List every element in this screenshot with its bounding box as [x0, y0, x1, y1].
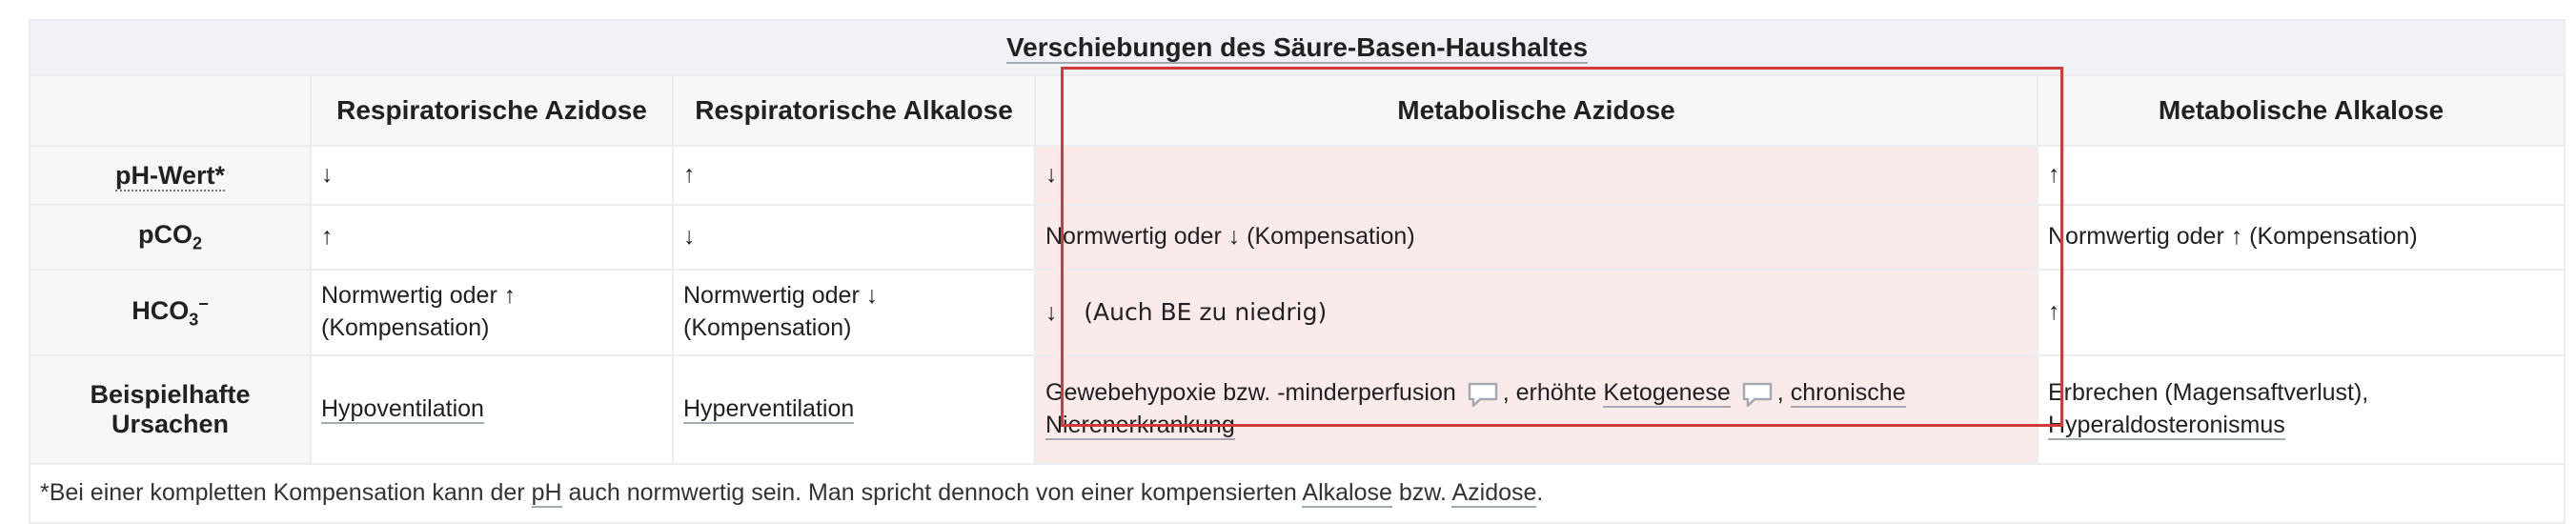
col-header-met-azidose: Metabolische Azidose — [1034, 74, 2038, 147]
footnote-text-1: *Bei einer kompletten Kompensation kann … — [40, 479, 525, 507]
cell-hco3-met-alkalose: ↑ — [2036, 269, 2566, 356]
cell-ph-resp-alkalose: ↑ — [672, 145, 1036, 206]
cell-pco2-met-alkalose: Normwertig oder ↑ (Kompensation) — [2036, 204, 2566, 271]
footnote-text-3: bzw. — [1398, 479, 1447, 507]
link-ketogenese[interactable]: Ketogenese — [1603, 379, 1731, 409]
cause-gewebehypoxie: Gewebehypoxie bzw. -minderperfusion — [1045, 379, 1456, 407]
cell-causes-met-alkalose: Erbrechen (Magensaftverlust), Hyperaldos… — [2036, 354, 2566, 465]
cause-text-comma: , — [1776, 379, 1784, 407]
comment-bubble-icon[interactable] — [1467, 381, 1499, 408]
cell-hco3-resp-azidose: Normwertig oder ↑ (Kompensation) — [310, 269, 674, 356]
link-ph[interactable]: pH — [531, 479, 562, 509]
hco3-superscript: − — [198, 294, 209, 314]
cell-pco2-resp-azidose: ↑ — [310, 204, 674, 271]
cell-ph-met-alkalose: ↑ — [2036, 145, 2566, 206]
hco3-subscript: 3 — [189, 310, 199, 330]
empty-header-cell — [29, 74, 312, 147]
table-caption-text: Verschiebungen des Säure-Basen-Haushalte… — [1006, 32, 1589, 64]
link-azidose[interactable]: Azidose — [1451, 479, 1537, 509]
cause-erbrechen: Erbrechen (Magensaftverlust), — [2048, 379, 2369, 407]
cell-ph-met-azidose: ↓ — [1034, 145, 2038, 206]
cell-ph-resp-azidose: ↓ — [310, 145, 674, 206]
row-header-pco2: pCO2 — [29, 204, 312, 271]
cell-causes-resp-azidose: Hypoventilation — [310, 354, 674, 465]
link-alkalose[interactable]: Alkalose — [1302, 479, 1392, 509]
cell-pco2-met-azidose: Normwertig oder ↓ (Kompensation) — [1034, 204, 2038, 271]
row-header-hco3: HCO3− — [29, 269, 312, 356]
link-hyperaldosteronismus[interactable]: Hyperaldosteronismus — [2048, 412, 2285, 440]
pco2-subscript: 2 — [192, 233, 202, 253]
col-header-met-alkalose: Metabolische Alkalose — [2036, 74, 2566, 147]
row-header-ph[interactable]: pH-Wert* — [29, 145, 312, 206]
col-header-resp-azidose: Respiratorische Azidose — [310, 74, 674, 147]
hco3-met-azidose-arrow: ↓ — [1045, 298, 1058, 326]
hco3-label: HCO — [132, 296, 190, 326]
cell-hco3-resp-alkalose: Normwertig oder ↓ (Kompensation) — [672, 269, 1036, 356]
comment-bubble-icon[interactable] — [1741, 381, 1774, 408]
footnote-text-4: . — [1536, 479, 1544, 507]
cell-hco3-met-azidose: ↓ (Auch BE zu niedrig) — [1034, 269, 2038, 356]
link-hypoventilation[interactable]: Hypoventilation — [321, 395, 484, 425]
table-footnote: *Bei einer kompletten Kompensation kann … — [28, 463, 2566, 524]
cell-pco2-resp-alkalose: ↓ — [672, 204, 1036, 271]
table-caption: Verschiebungen des Säure-Basen-Haushalte… — [28, 19, 2566, 76]
cause-text-erhoehte: , erhöhte — [1502, 379, 1597, 407]
ph-label[interactable]: pH-Wert* — [114, 160, 225, 191]
cell-causes-met-azidose: Gewebehypoxie bzw. -minderperfusion , er… — [1034, 354, 2038, 465]
footnote-text-2: auch normwertig sein. Man spricht dennoc… — [568, 479, 1297, 507]
pco2-label: pCO — [137, 220, 193, 250]
cell-causes-resp-alkalose: Hyperventilation — [672, 354, 1036, 465]
acid-base-table: Verschiebungen des Säure-Basen-Haushalte… — [28, 19, 2566, 524]
link-hyperventilation[interactable]: Hyperventilation — [683, 395, 855, 425]
col-header-resp-alkalose: Respiratorische Alkalose — [672, 74, 1036, 147]
hco3-met-azidose-note: (Auch BE zu niedrig) — [1084, 297, 1328, 326]
row-header-causes: Beispielhafte Ursachen — [29, 354, 312, 465]
acid-base-table-wrapper: Verschiebungen des Säure-Basen-Haushalte… — [28, 19, 2566, 524]
